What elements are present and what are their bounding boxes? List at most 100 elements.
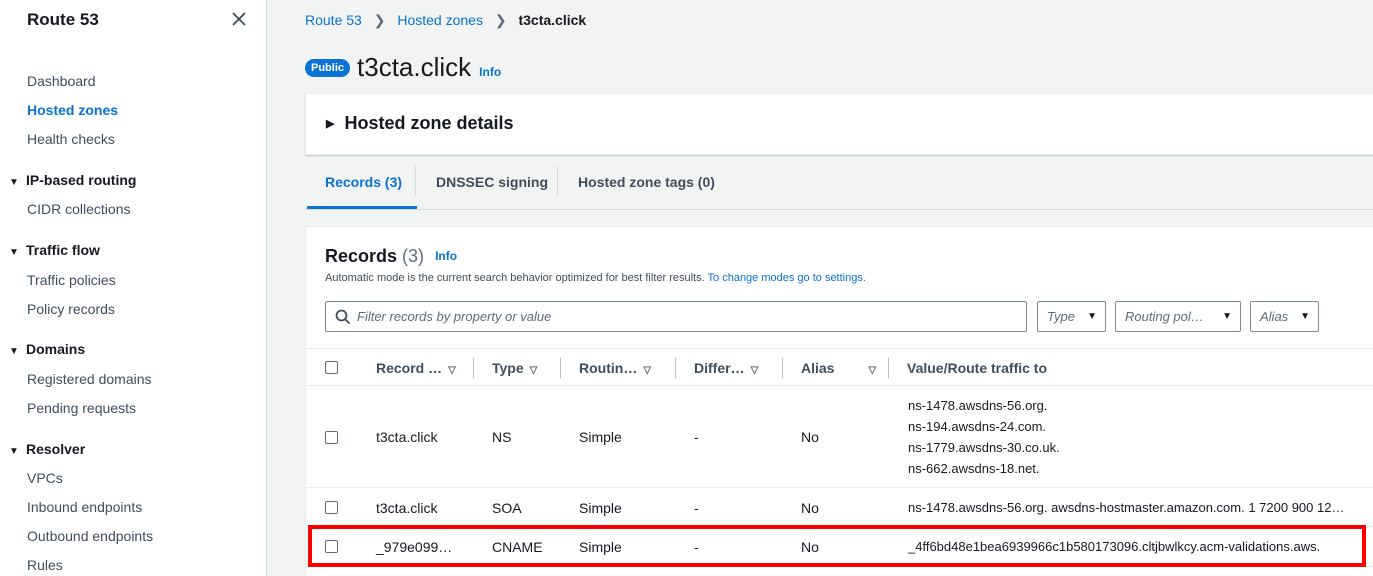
record-routing: Simple [579,429,622,445]
sort-icon: ▽ [868,365,877,376]
record-name: _979e099… [376,539,453,555]
close-icon[interactable] [228,8,250,30]
sidebar-item-rules[interactable]: Rules [27,557,63,573]
tab-records[interactable]: Records (3) [325,174,402,190]
record-value: ns-1779.awsdns-30.co.uk. [908,440,1060,455]
record-value: ns-194.awsdns-24.com. [908,419,1047,434]
sidebar-section-traffic-flow[interactable]: ▼ Traffic flow [9,242,100,258]
sidebar-item-outbound-endpoints[interactable]: Outbound endpoints [27,528,153,544]
sidebar-title: Route 53 [27,10,99,29]
column-divider[interactable] [782,358,783,378]
column-routing-policy[interactable]: Routin… ▽ [579,360,651,376]
page-header: Public t3cta.click Info [305,52,501,83]
search-input[interactable] [357,305,1017,328]
caret-down-icon: ▼ [9,446,19,457]
sidebar-section-domains[interactable]: ▼ Domains [9,341,85,357]
tabs: Records (3) DNSSEC signing Hosted zone t… [305,160,1373,210]
search-icon [335,309,351,325]
record-type: NS [492,429,512,445]
column-label: Differ… [694,360,745,376]
column-type[interactable]: Type ▽ [492,360,537,376]
sort-icon: ▽ [750,365,759,376]
records-heading: Records (3) Info [325,246,457,267]
tab-dnssec-signing[interactable]: DNSSEC signing [436,174,548,190]
record-value: ns-1478.awsdns-56.org. [908,398,1048,413]
column-differentiator[interactable]: Differ… ▽ [694,360,758,376]
sidebar-section-resolver[interactable]: ▼ Resolver [9,441,85,457]
hosted-zone-details-toggle[interactable]: ▶ Hosted zone details [326,113,514,134]
record-value: ns-662.awsdns-18.net. [908,461,1040,476]
column-label: Alias [801,360,835,376]
record-alias: No [801,539,819,555]
records-info-link[interactable]: Info [435,249,457,263]
settings-link[interactable]: To change modes go to settings. [708,272,866,284]
sidebar-item-vpcs[interactable]: VPCs [27,470,63,486]
column-divider[interactable] [560,358,561,378]
sidebar-item-traffic-policies[interactable]: Traffic policies [27,272,116,288]
caret-down-icon: ▼ [9,346,19,357]
caret-down-icon: ▼ [1087,311,1097,322]
routing-policy-filter-dropdown[interactable]: Routing pol… ▼ [1115,301,1241,332]
row-checkbox[interactable] [325,501,338,514]
sidebar-item-policy-records[interactable]: Policy records [27,301,115,317]
sidebar-item-registered-domains[interactable]: Registered domains [27,371,152,387]
sidebar-item-inbound-endpoints[interactable]: Inbound endpoints [27,499,142,515]
table-row[interactable]: _979e099… CNAME Simple - No _4ff6bd48e1b… [306,527,1373,567]
records-description: Automatic mode is the current search beh… [325,272,866,284]
table-row[interactable]: t3cta.click SOA Simple - No ns-1478.awsd… [306,488,1373,527]
column-value[interactable]: Value/Route traffic to [907,360,1047,376]
sort-icon: ▽ [643,365,652,376]
type-filter-dropdown[interactable]: Type ▼ [1037,301,1106,332]
sidebar-item-hosted-zones[interactable]: Hosted zones [27,102,118,118]
sidebar-item-dashboard[interactable]: Dashboard [27,73,96,89]
row-checkbox[interactable] [325,431,338,444]
alias-filter-dropdown[interactable]: Alias ▼ [1250,301,1319,332]
tab-divider [415,166,416,196]
caret-right-icon: ▶ [326,118,335,130]
column-divider[interactable] [888,358,889,378]
sidebar-item-pending-requests[interactable]: Pending requests [27,400,136,416]
record-routing: Simple [579,539,622,555]
hosted-zone-details-panel: ▶ Hosted zone details [305,93,1373,155]
column-label: Value/Route traffic to [907,360,1048,376]
column-label: Type [492,360,524,376]
select-all-checkbox[interactable] [325,361,338,374]
sidebar-section-ip-based-routing[interactable]: ▼ IP-based routing [9,172,136,188]
table-row[interactable]: t3cta.click NS Simple - No ns-1478.awsdn… [306,386,1373,488]
breadcrumb-hosted-zones[interactable]: Hosted zones [397,12,483,28]
record-name: t3cta.click [376,429,438,445]
records-count: (3) [402,246,425,266]
record-alias: No [801,429,819,445]
column-alias[interactable]: Alias ▽ [801,360,876,376]
column-divider[interactable] [473,358,474,378]
records-panel: Records (3) Info Automatic mode is the c… [305,226,1373,576]
caret-down-icon: ▼ [9,247,19,258]
column-record-name[interactable]: Record … ▽ [376,360,456,376]
breadcrumb-current: t3cta.click [518,12,587,28]
sidebar-item-health-checks[interactable]: Health checks [27,131,115,147]
sidebar: Route 53 Dashboard Hosted zones Health c… [0,0,267,576]
sidebar-item-cidr-collections[interactable]: CIDR collections [27,201,130,217]
record-value: ns-1478.awsdns-56.org. awsdns-hostmaster… [908,500,1345,515]
chevron-right-icon: ❯ [494,12,507,28]
record-routing: Simple [579,500,622,516]
chevron-right-icon: ❯ [373,12,386,28]
dropdown-label: Alias [1260,309,1289,324]
row-checkbox[interactable] [325,540,338,553]
column-label: Record … [376,360,443,376]
record-differentiator: - [694,500,699,516]
dropdown-label: Type [1047,309,1075,324]
page-title: t3cta.click [357,52,472,82]
tab-hosted-zone-tags[interactable]: Hosted zone tags (0) [578,174,715,190]
breadcrumb-route53[interactable]: Route 53 [305,12,362,28]
caret-down-icon: ▼ [1300,311,1310,322]
column-label: Routin… [579,360,638,376]
record-differentiator: - [694,539,699,555]
search-mode-text: Automatic mode is the current search beh… [325,272,705,284]
record-value: _4ff6bd48e1bea6939966c1b580173096.cltjbw… [908,539,1321,554]
column-divider[interactable] [675,358,676,378]
info-link[interactable]: Info [479,65,501,79]
record-values: ns-1478.awsdns-56.org. ns-194.awsdns-24.… [908,395,1060,479]
record-type: SOA [492,500,522,516]
record-name: t3cta.click [376,500,438,516]
